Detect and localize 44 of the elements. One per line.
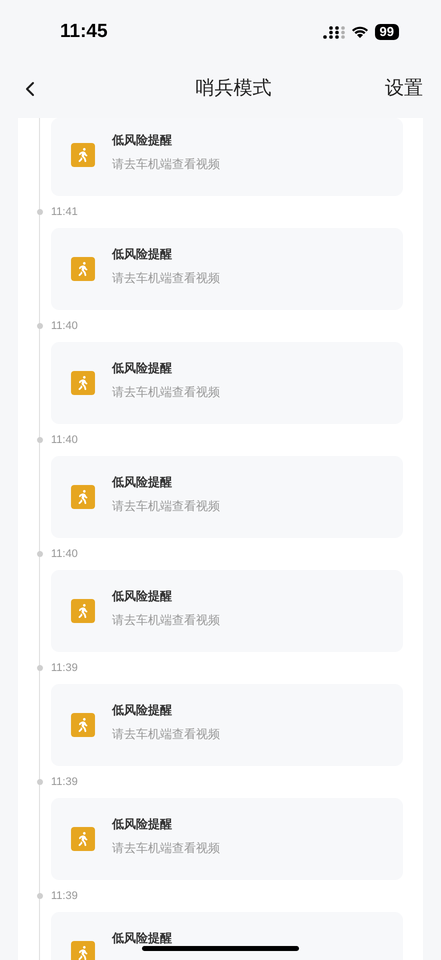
pedestrian-icon bbox=[71, 371, 95, 395]
pedestrian-icon bbox=[71, 599, 95, 623]
event-card[interactable]: 低风险提醒 请去车机端查看视频 bbox=[51, 456, 403, 538]
event-title: 低风险提醒 bbox=[112, 474, 173, 490]
event-card[interactable]: 低风险提醒 bbox=[51, 912, 403, 960]
event-title: 低风险提醒 bbox=[112, 816, 173, 832]
wifi-icon bbox=[350, 25, 369, 39]
event-time: 11:41 bbox=[51, 204, 78, 220]
pedestrian-icon bbox=[71, 827, 95, 851]
event-subtitle: 请去车机端查看视频 bbox=[112, 156, 220, 172]
event-title: 低风险提醒 bbox=[112, 588, 173, 604]
event-subtitle: 请去车机端查看视频 bbox=[112, 384, 220, 400]
event-subtitle: 请去车机端查看视频 bbox=[112, 840, 220, 856]
event-time: 11:40 bbox=[51, 318, 78, 334]
event-card[interactable]: 低风险提醒 请去车机端查看视频 bbox=[51, 118, 403, 196]
event-subtitle: 请去车机端查看视频 bbox=[112, 270, 220, 286]
event-card[interactable]: 低风险提醒 请去车机端查看视频 bbox=[51, 342, 403, 424]
status-time: 11:45 bbox=[60, 20, 108, 44]
event-time: 11:39 bbox=[51, 774, 78, 790]
event-subtitle: 请去车机端查看视频 bbox=[112, 726, 220, 742]
signal-icon bbox=[322, 25, 345, 39]
pedestrian-icon bbox=[71, 143, 95, 167]
event-time: 11:39 bbox=[51, 888, 78, 904]
event-time: 11:40 bbox=[51, 546, 78, 562]
page-title: 哨兵模式 bbox=[196, 76, 272, 101]
event-card[interactable]: 低风险提醒 请去车机端查看视频 bbox=[51, 798, 403, 880]
event-time: 11:39 bbox=[51, 660, 78, 676]
event-title: 低风险提醒 bbox=[112, 930, 172, 946]
event-title: 低风险提醒 bbox=[112, 360, 173, 376]
pedestrian-icon bbox=[71, 257, 95, 281]
event-card[interactable]: 低风险提醒 请去车机端查看视频 bbox=[51, 570, 403, 652]
event-time: 11:40 bbox=[51, 432, 78, 448]
event-title: 低风险提醒 bbox=[112, 132, 173, 148]
event-title: 低风险提醒 bbox=[112, 702, 173, 718]
event-subtitle: 请去车机端查看视频 bbox=[112, 612, 220, 628]
battery-indicator: 99 bbox=[374, 24, 399, 40]
event-title: 低风险提醒 bbox=[112, 246, 173, 262]
event-card[interactable]: 低风险提醒 请去车机端查看视频 bbox=[51, 684, 403, 766]
event-subtitle: 请去车机端查看视频 bbox=[112, 498, 220, 514]
pedestrian-icon bbox=[71, 485, 95, 509]
pedestrian-icon bbox=[71, 941, 95, 960]
event-card[interactable]: 低风险提醒 请去车机端查看视频 bbox=[51, 228, 403, 310]
settings-button[interactable]: 设置 bbox=[385, 74, 423, 104]
pedestrian-icon bbox=[71, 713, 95, 737]
